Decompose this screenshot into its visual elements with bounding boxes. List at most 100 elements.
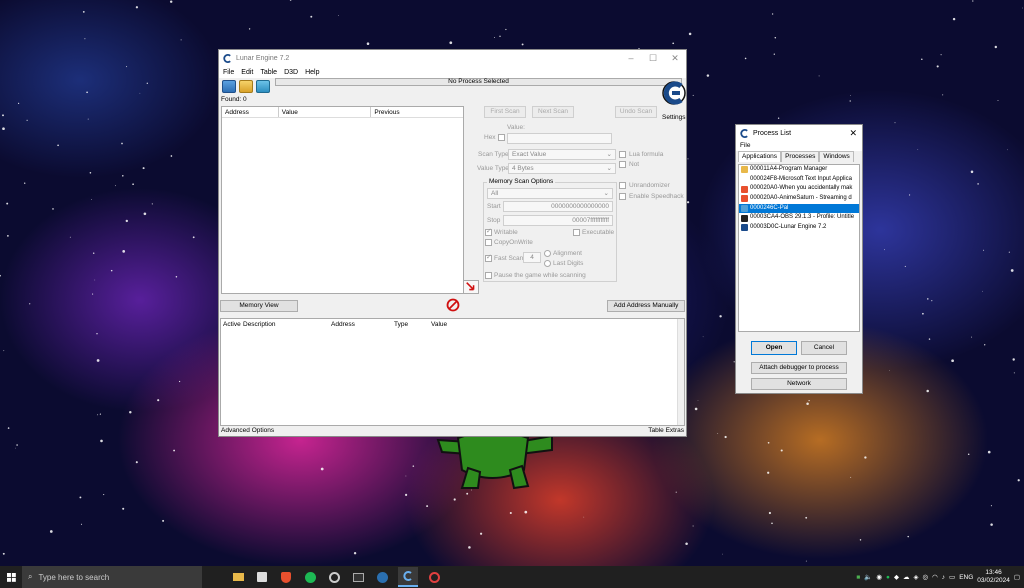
shield-icon[interactable]: ◈ [913,573,918,581]
cancel-button[interactable]: Cancel [801,341,847,355]
game-icon[interactable] [426,569,442,585]
windows-start-icon[interactable] [0,569,22,585]
process-list-item[interactable]: 000020A0-When you accidentally mak [739,184,859,194]
value-type-label: Value Type [477,165,509,172]
col-type[interactable]: Type [394,319,431,330]
clock-date: 03/02/2024 [977,577,1010,584]
open-file-icon[interactable] [239,79,253,93]
address-list[interactable]: Active Description Address Type Value [220,318,685,426]
taskbar-search-box[interactable]: ⌕ Type here to search [22,566,202,588]
menu-edit[interactable]: Edit [241,69,253,76]
tab-applications[interactable]: Applications [738,151,782,162]
process-list-titlebar[interactable]: Process List ✕ [736,125,862,141]
scan-type-select[interactable]: Exact Value ⌄ [508,149,616,160]
terminal-icon[interactable] [350,569,366,585]
speedhack-checkbox[interactable] [619,193,626,200]
col-val[interactable]: Value [431,319,471,330]
value-input[interactable] [507,133,612,144]
col-description[interactable]: Description [243,319,331,330]
process-list-item[interactable]: 000024F8-Microsoft Text Input Applica [739,175,859,185]
volume-icon[interactable]: 🔈 [864,573,872,581]
menu-file[interactable]: File [223,69,234,76]
clock[interactable]: 13:46 03/02/2024 [977,569,1010,585]
spotify-tray-icon[interactable]: ● [886,574,890,581]
start-input[interactable]: 0000000000000000 [503,201,613,212]
file-explorer-icon[interactable] [230,569,246,585]
spotify-icon[interactable] [302,569,318,585]
process-list-menu-file[interactable]: File [736,141,862,151]
tab-windows[interactable]: Windows [819,151,854,162]
address-list-scrollbar[interactable] [677,319,684,425]
steam-tray-icon[interactable]: ◎ [922,573,928,581]
executable-checkbox[interactable] [573,229,580,236]
lunar-engine-taskbar-icon[interactable] [398,567,418,587]
fast-scan-checkbox[interactable] [485,253,492,262]
brave-icon[interactable] [278,569,294,585]
menu-d3d[interactable]: D3D [284,69,298,76]
notifications-icon[interactable]: ▢ [1014,573,1020,581]
discord-tray-icon[interactable]: ◆ [894,573,899,581]
clear-list-icon[interactable] [446,298,460,312]
advanced-options-link[interactable]: Advanced Options [221,426,274,436]
hex-checkbox[interactable] [498,134,505,141]
language-indicator[interactable]: ENG [959,574,973,581]
pause-game-checkbox[interactable] [485,272,492,279]
fast-scan-input[interactable]: 4 [523,252,541,263]
lunar-engine-icon [740,128,748,138]
add-address-manually-button[interactable]: Add Address Manually [607,300,685,312]
open-button[interactable]: Open [751,341,797,355]
table-extras-link[interactable]: Table Extras [648,426,684,436]
process-list-item[interactable]: 00003CA4-OBS 29.1.3 - Profile: Untitle [739,213,859,223]
next-scan-button[interactable]: Next Scan [532,106,574,118]
unrandomizer-checkbox[interactable] [619,182,626,189]
lunar-logo-icon[interactable] [662,80,686,106]
save-file-icon[interactable] [256,79,270,93]
speaker-icon[interactable]: ♪ [942,574,945,581]
last-digits-radio[interactable] [544,260,551,267]
undo-scan-button[interactable]: Undo Scan [615,106,657,118]
memory-view-button[interactable]: Memory View [220,300,298,312]
attach-debugger-button[interactable]: Attach debugger to process [751,362,847,374]
tab-processes[interactable]: Processes [781,151,820,162]
first-scan-button[interactable]: First Scan [484,106,526,118]
alignment-radio[interactable] [544,250,551,257]
close-icon[interactable]: ✕ [849,128,857,139]
wifi-icon[interactable]: ◠ [932,573,938,581]
col-active[interactable]: Active [221,319,243,330]
add-to-list-arrow-icon[interactable] [463,280,479,294]
lua-formula-checkbox[interactable] [619,151,626,158]
minimize-icon[interactable]: – [620,53,642,64]
process-list-item[interactable]: 000011A4-Program Manager [739,165,859,175]
writable-checkbox[interactable] [485,227,492,236]
menu-help[interactable]: Help [305,69,319,76]
main-titlebar[interactable]: Lunar Engine 7.2 – ☐ ✕ [219,50,686,66]
obs-icon[interactable] [326,569,342,585]
select-process-icon[interactable] [222,79,236,93]
settings-link[interactable]: Settings [662,114,686,121]
tray-app-icon[interactable]: ■ [856,574,860,581]
copy-on-write-checkbox[interactable] [485,239,492,246]
process-listbox[interactable]: 000011A4-Program Manager 000024F8-Microso… [738,164,860,332]
process-list-item[interactable]: 00003D0C-Lunar Engine 7.2 [739,223,859,233]
process-list-item-label: 000020A0-When you accidentally mak [750,185,853,192]
col-value[interactable]: Value [279,107,372,117]
col-addr[interactable]: Address [331,319,394,330]
value-type-select[interactable]: 4 Bytes ⌄ [508,163,616,174]
store-icon[interactable] [254,569,270,585]
process-list-item[interactable]: 0000246C-Pal [739,203,859,214]
cloud-icon[interactable]: ☁ [903,573,910,581]
network-tray-icon[interactable]: ◉ [876,573,882,581]
not-checkbox[interactable] [619,161,626,168]
col-address[interactable]: Address [222,107,279,117]
close-icon[interactable]: ✕ [664,53,686,64]
network-button[interactable]: Network [751,378,847,390]
process-list-item[interactable]: 000020A0-AnimeSaturn - Streaming d [739,194,859,204]
col-previous[interactable]: Previous [371,107,463,117]
maximize-icon[interactable]: ☐ [642,53,664,64]
scan-results-list[interactable]: Address Value Previous [221,106,464,294]
stop-input[interactable]: 00007fffffffffff [503,215,613,226]
menu-table[interactable]: Table [260,69,277,76]
battery-icon[interactable]: ▭ [949,573,955,581]
region-select[interactable]: All ⌄ [487,188,613,199]
steam-icon[interactable] [374,569,390,585]
